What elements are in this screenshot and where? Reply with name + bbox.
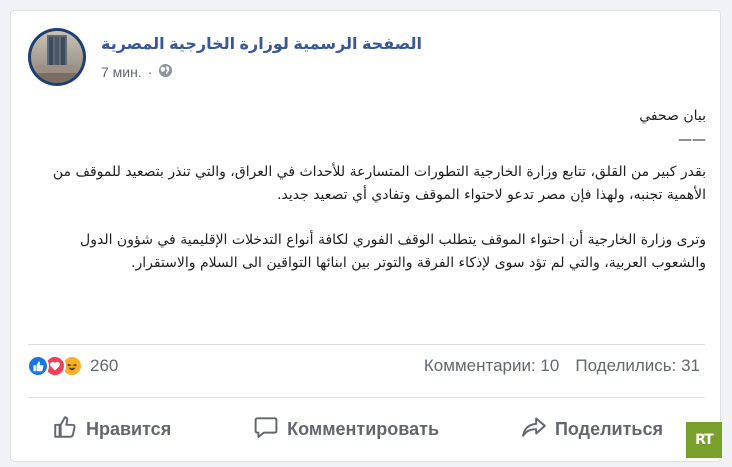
reactions-summary[interactable]: 260	[27, 351, 118, 381]
like-icon	[27, 355, 49, 377]
comments-count-link[interactable]: Комментарии: 10	[424, 356, 559, 376]
post-time[interactable]: 7 мин.	[101, 64, 142, 80]
ministry-building-image	[31, 31, 83, 83]
share-button[interactable]: Поделиться	[521, 414, 663, 445]
comment-button-label: Комментировать	[287, 418, 440, 439]
globe-icon[interactable]	[158, 63, 173, 81]
post-dash-line: ——	[678, 132, 706, 148]
comment-bubble-icon	[253, 414, 279, 445]
post-meta: 7 мин. ·	[101, 63, 173, 81]
share-arrow-icon	[521, 414, 547, 445]
share-button-label: Поделиться	[554, 418, 663, 439]
avatar[interactable]	[28, 28, 86, 86]
post-card: الصفحة الرسمية لوزارة الخارجية المصرية 7…	[10, 10, 721, 462]
comment-button[interactable]: Комментировать	[253, 414, 439, 445]
reaction-count: 260	[90, 356, 119, 375]
post-paragraph-2: وترى وزارة الخارجية أن احتواء الموقف يتط…	[80, 232, 706, 271]
rt-watermark-logo: RT	[686, 422, 722, 458]
divider	[28, 344, 705, 345]
engagement-stats: Комментарии: 10 Поделились: 31	[424, 356, 700, 376]
thumbs-up-icon	[52, 414, 78, 445]
post-paragraph-1: بقدر كبير من القلق، تتابع وزارة الخارجية…	[52, 164, 706, 203]
action-bar: Нравится Комментировать Поделиться	[11, 409, 722, 449]
like-button[interactable]: Нравится	[52, 414, 171, 445]
post-title-line: بيان صحفي	[639, 108, 706, 124]
like-button-label: Нравится	[85, 418, 172, 439]
meta-separator: ·	[147, 64, 153, 80]
page-name-link[interactable]: الصفحة الرسمية لوزارة الخارجية المصرية	[101, 34, 422, 54]
divider	[28, 397, 705, 398]
shares-count-link[interactable]: Поделились: 31	[575, 356, 700, 376]
